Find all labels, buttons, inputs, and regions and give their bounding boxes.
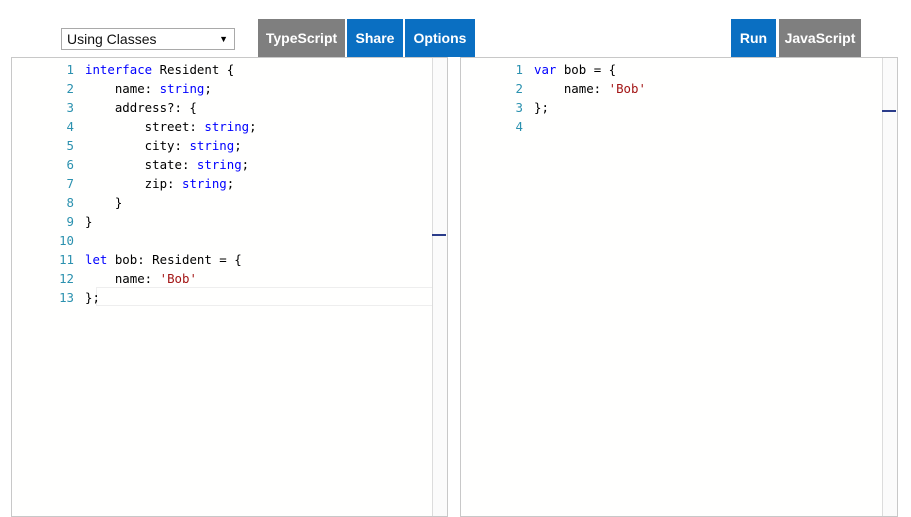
code-text: city: string;: [85, 136, 242, 155]
code-token: Resident {: [152, 62, 235, 77]
code-text: interface Resident {: [85, 60, 234, 79]
code-line[interactable]: 2 name: 'Bob': [461, 79, 897, 98]
type-token: string: [159, 81, 205, 96]
code-text: let bob: Resident = {: [85, 250, 242, 269]
editor-scrollbar[interactable]: [432, 58, 447, 516]
code-text: zip: string;: [85, 174, 235, 193]
chevron-down-icon: ▼: [219, 34, 228, 44]
code-token: ;: [249, 119, 257, 134]
line-number: 5: [66, 138, 74, 153]
line-number: 3: [66, 100, 74, 115]
code-line[interactable]: 11 let bob: Resident = {: [12, 250, 447, 269]
code-line[interactable]: 5 city: string;: [12, 136, 447, 155]
code-line[interactable]: 10: [12, 231, 447, 250]
code-line[interactable]: 3};: [461, 98, 897, 117]
code-text: name: 'Bob': [534, 79, 646, 98]
typescript-editor[interactable]: 1 interface Resident {2 name: string; 3 ad…: [11, 57, 448, 517]
line-number: 13: [59, 290, 74, 305]
code-token: address?: {: [85, 100, 197, 115]
line-number: 1: [515, 62, 523, 77]
line-number: 4: [515, 119, 523, 134]
code-line[interactable]: 2 name: string;: [12, 79, 447, 98]
code-text: address?: {: [85, 98, 197, 117]
typescript-tab[interactable]: TypeScript: [258, 19, 345, 57]
code-token: ;: [241, 157, 250, 172]
line-number: 11: [59, 252, 74, 267]
overview-ruler-marker: [882, 110, 896, 112]
share-button[interactable]: Share: [347, 19, 403, 57]
code-text: street: string;: [85, 117, 257, 136]
line-number: 7: [66, 176, 74, 191]
line-number: 9: [66, 214, 74, 229]
code-token: zip:: [85, 176, 182, 191]
code-text: state: string;: [85, 155, 249, 174]
code-token: bob: Resident = {: [107, 252, 242, 267]
code-token: };: [85, 290, 100, 305]
code-line[interactable]: 1 var bob = {: [461, 60, 897, 79]
code-line[interactable]: 7 zip: string;: [12, 174, 447, 193]
line-number: 10: [59, 233, 74, 248]
code-token: }: [85, 214, 93, 229]
overview-ruler-marker: [432, 234, 446, 236]
code-text: var bob = {: [534, 60, 616, 79]
code-line[interactable]: 8 }: [12, 193, 447, 212]
type-token: string: [181, 176, 227, 191]
code-line[interactable]: 4: [461, 117, 897, 136]
line-number: 2: [66, 81, 74, 96]
keyword-token: interface: [85, 62, 153, 77]
code-text: name: string;: [85, 79, 212, 98]
code-token: ;: [226, 176, 235, 191]
code-token: }: [85, 195, 123, 210]
line-number: 6: [66, 157, 74, 172]
line-number: 3: [515, 100, 523, 115]
code-line[interactable]: 9}: [12, 212, 447, 231]
code-text: };: [85, 288, 100, 307]
code-token: city:: [85, 138, 190, 153]
keyword-token: let: [85, 252, 108, 267]
code-token: name:: [85, 271, 160, 286]
code-text: }: [85, 212, 92, 231]
code-token: name:: [85, 81, 160, 96]
javascript-output-editor[interactable]: 1 var bob = {2 name: 'Bob' 3}; 4: [460, 57, 898, 517]
code-line[interactable]: 13};: [12, 288, 447, 307]
type-token: string: [196, 157, 242, 172]
javascript-tab[interactable]: JavaScript: [779, 19, 861, 57]
code-line[interactable]: 4 street: string;: [12, 117, 447, 136]
code-text: };: [534, 98, 549, 117]
code-token: ;: [204, 81, 212, 96]
code-text: }: [85, 193, 122, 212]
code-token: street:: [85, 119, 205, 134]
code-token: bob = {: [556, 62, 617, 77]
run-button[interactable]: Run: [731, 19, 776, 57]
editor-scrollbar[interactable]: [882, 58, 897, 516]
options-button[interactable]: Options: [405, 19, 475, 57]
code-token: state:: [85, 157, 197, 172]
line-number: 4: [66, 119, 74, 134]
code-text: name: 'Bob': [85, 269, 197, 288]
code-token: };: [534, 100, 549, 115]
string-token: 'Bob': [159, 271, 197, 286]
type-token: string: [204, 119, 250, 134]
code-area[interactable]: 1 var bob = {2 name: 'Bob' 3}; 4: [461, 60, 897, 136]
example-select-value: Using Classes: [67, 31, 157, 47]
line-number: 8: [66, 195, 74, 210]
keyword-token: var: [534, 62, 557, 77]
example-select[interactable]: Using Classes ▼: [61, 28, 235, 50]
line-number: 1: [66, 62, 74, 77]
string-token: 'Bob': [608, 81, 646, 96]
code-token: ;: [234, 138, 242, 153]
code-token: name:: [534, 81, 609, 96]
code-area[interactable]: 1 interface Resident {2 name: string; 3 ad…: [12, 60, 447, 307]
type-token: string: [189, 138, 235, 153]
line-number: 12: [59, 271, 74, 286]
code-line[interactable]: 12 name: 'Bob': [12, 269, 447, 288]
code-line[interactable]: 1 interface Resident {: [12, 60, 447, 79]
code-line[interactable]: 6 state: string;: [12, 155, 447, 174]
code-line[interactable]: 3 address?: {: [12, 98, 447, 117]
line-number: 2: [515, 81, 523, 96]
